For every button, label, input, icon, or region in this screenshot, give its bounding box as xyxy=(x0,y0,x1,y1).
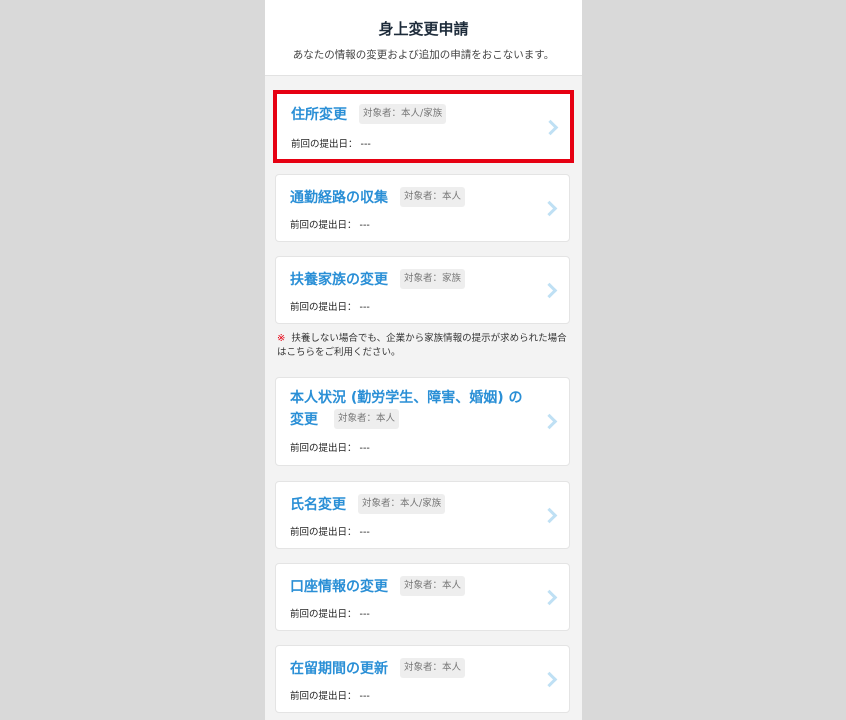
application-screen: 身上変更申請 あなたの情報の変更および追加の申請をおこないます。 住所変更 対象者… xyxy=(265,0,582,720)
last-submitted: 前回の提出日： --- xyxy=(290,688,370,702)
card-title-line2: 変更 xyxy=(290,412,318,428)
chevron-right-icon xyxy=(541,507,558,524)
target-badge: 対象者：本人 xyxy=(400,576,466,596)
page-header: 身上変更申請 あなたの情報の変更および追加の申請をおこないます。 xyxy=(265,0,582,76)
last-submitted-value: --- xyxy=(360,139,371,150)
last-submitted-label: 前回の提出日： xyxy=(290,609,357,620)
last-submitted-label: 前回の提出日： xyxy=(290,443,357,454)
last-submitted-label: 前回の提出日： xyxy=(290,220,357,231)
last-submitted-value: --- xyxy=(359,691,370,702)
target-badge: 対象者：本人 xyxy=(334,409,400,429)
target-badge: 対象者：本人/家族 xyxy=(358,494,446,514)
target-badge: 対象者：本人/家族 xyxy=(359,104,447,124)
last-submitted: 前回の提出日： --- xyxy=(290,217,370,231)
card-dependents-change[interactable]: 扶養家族の変更 対象者：家族 前回の提出日： --- xyxy=(275,256,570,324)
target-badge: 対象者：本人 xyxy=(400,658,466,678)
chevron-right-icon xyxy=(541,671,558,688)
page-title: 身上変更申請 xyxy=(378,20,469,38)
card-title: 本人状況 (勤労学生、障害、婚姻) の 変更 対象者：本人 xyxy=(290,387,523,431)
note-text: 扶養しない場合でも、企業から家族情報の提示が求められた場合はこちらをご利用くださ… xyxy=(277,333,567,358)
card-title-text: 口座情報の変更 xyxy=(290,579,388,595)
page-subtitle: あなたの情報の変更および追加の申請をおこないます。 xyxy=(292,49,555,61)
last-submitted-value: --- xyxy=(359,220,370,231)
last-submitted-label: 前回の提出日： xyxy=(290,527,357,538)
card-title-text: 在留期間の更新 xyxy=(290,661,388,677)
card-title: 通勤経路の収集 対象者：本人 xyxy=(290,187,466,209)
chevron-right-icon xyxy=(542,119,559,136)
last-submitted-label: 前回の提出日： xyxy=(291,139,358,150)
card-residence-period-renewal[interactable]: 在留期間の更新 対象者：本人 前回の提出日： --- xyxy=(275,645,570,713)
card-personal-status-change[interactable]: 本人状況 (勤労学生、障害、婚姻) の 変更 対象者：本人 前回の提出日： --- xyxy=(275,377,570,466)
last-submitted: 前回の提出日： --- xyxy=(290,524,370,538)
dependents-note: ※ 扶養しない場合でも、企業から家族情報の提示が求められた場合はこちらをご利用くだ… xyxy=(277,332,572,360)
last-submitted-value: --- xyxy=(359,527,370,538)
note-mark: ※ xyxy=(277,333,286,344)
last-submitted-value: --- xyxy=(359,443,370,454)
card-title-text: 通勤経路の収集 xyxy=(290,190,388,206)
card-bank-account-change[interactable]: 口座情報の変更 対象者：本人 前回の提出日： --- xyxy=(275,563,570,631)
last-submitted: 前回の提出日： --- xyxy=(290,299,370,313)
chevron-right-icon xyxy=(541,282,558,299)
card-commute-route[interactable]: 通勤経路の収集 対象者：本人 前回の提出日： --- xyxy=(275,174,570,242)
chevron-right-icon xyxy=(541,589,558,606)
card-title: 住所変更 対象者：本人/家族 xyxy=(291,104,447,126)
last-submitted-label: 前回の提出日： xyxy=(290,691,357,702)
chevron-right-icon xyxy=(541,413,558,430)
last-submitted-label: 前回の提出日： xyxy=(290,302,357,313)
target-badge: 対象者：家族 xyxy=(400,269,466,289)
card-title: 氏名変更 対象者：本人/家族 xyxy=(290,494,446,516)
card-title-line2-row: 変更 対象者：本人 xyxy=(290,409,523,431)
card-title-text: 住所変更 xyxy=(291,107,347,123)
last-submitted-value: --- xyxy=(359,302,370,313)
card-name-change[interactable]: 氏名変更 対象者：本人/家族 前回の提出日： --- xyxy=(275,481,570,549)
last-submitted: 前回の提出日： --- xyxy=(291,136,371,150)
card-title: 扶養家族の変更 対象者：家族 xyxy=(290,269,466,291)
card-address-change[interactable]: 住所変更 対象者：本人/家族 前回の提出日： --- xyxy=(273,90,574,163)
card-title-line1: 本人状況 (勤労学生、障害、婚姻) の xyxy=(290,390,523,406)
card-title-text: 氏名変更 xyxy=(290,497,346,513)
card-title-text: 扶養家族の変更 xyxy=(290,272,388,288)
last-submitted: 前回の提出日： --- xyxy=(290,440,370,454)
last-submitted-value: --- xyxy=(359,609,370,620)
last-submitted: 前回の提出日： --- xyxy=(290,606,370,620)
card-title: 口座情報の変更 対象者：本人 xyxy=(290,576,466,598)
chevron-right-icon xyxy=(541,200,558,217)
target-badge: 対象者：本人 xyxy=(400,187,466,207)
card-title: 在留期間の更新 対象者：本人 xyxy=(290,658,466,680)
